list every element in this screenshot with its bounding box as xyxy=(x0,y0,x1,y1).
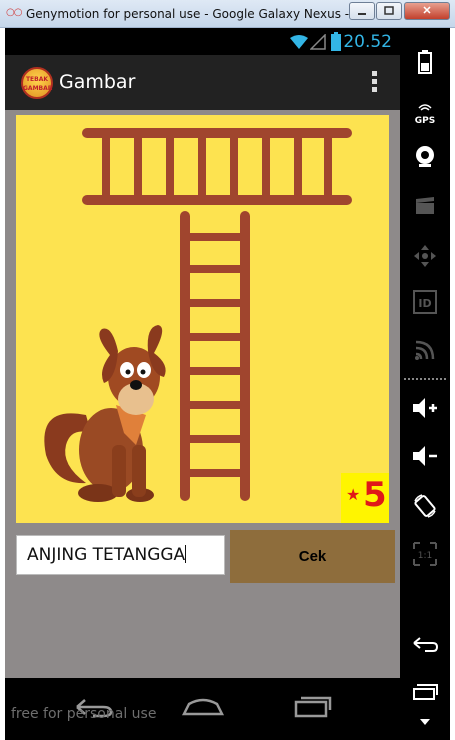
ladder-and-dog-picture xyxy=(44,128,352,502)
answer-input[interactable]: ANJING TETANGGA xyxy=(16,535,225,575)
device-id-label: ID xyxy=(418,297,431,310)
check-button[interactable]: Cek xyxy=(230,530,395,583)
volume-up-icon[interactable] xyxy=(400,390,450,426)
main-content: ★ 5 ANJING TETANGGA Cek xyxy=(5,110,400,710)
close-button[interactable]: ✕ xyxy=(404,2,450,20)
side-back-icon[interactable] xyxy=(400,626,450,662)
logo-text-top: TEBAK xyxy=(25,76,49,83)
camera-icon[interactable] xyxy=(400,138,450,174)
network-icon[interactable] xyxy=(400,332,450,368)
vertical-ladder xyxy=(180,211,250,501)
battery-widget-icon[interactable] xyxy=(400,44,450,80)
puzzle-image: ★ 5 xyxy=(16,115,389,523)
genymotion-side-panel: GPS ID 1:1 xyxy=(400,28,450,740)
rotate-icon[interactable] xyxy=(400,488,450,524)
maximize-icon xyxy=(384,6,394,15)
status-bar: 20.52 xyxy=(5,28,400,55)
star-icon: ★ xyxy=(346,485,361,504)
watermark-text: free for personal use xyxy=(11,706,157,722)
video-capture-icon[interactable] xyxy=(400,188,450,224)
status-time: 20.52 xyxy=(343,32,392,52)
window-titlebar: ○○ Genymotion for personal use - Google … xyxy=(0,0,455,28)
score-value: 5 xyxy=(363,475,387,515)
menu-icon[interactable] xyxy=(400,704,450,740)
scale-label: 1:1 xyxy=(418,551,432,561)
volume-down-icon[interactable] xyxy=(400,438,450,474)
gps-label: GPS xyxy=(415,116,435,125)
minimize-button[interactable] xyxy=(349,2,375,20)
recent-apps-icon[interactable] xyxy=(293,694,333,718)
home-icon[interactable] xyxy=(181,694,225,716)
battery-icon xyxy=(331,32,341,51)
overflow-menu-icon[interactable] xyxy=(370,71,378,95)
action-bar: TEBAK GAMBAR Gambar xyxy=(5,55,400,110)
signal-icon xyxy=(310,34,326,50)
genymotion-logo-icon: ○○ xyxy=(6,7,22,18)
window-title: Genymotion for personal use - Google Gal… xyxy=(26,7,388,21)
app-logo[interactable]: TEBAK GAMBAR xyxy=(21,67,53,99)
logo-text-bottom: GAMBAR xyxy=(23,85,53,92)
maximize-button[interactable] xyxy=(376,2,402,20)
gps-icon[interactable]: GPS xyxy=(400,94,450,130)
close-icon: ✕ xyxy=(422,5,432,17)
answer-text: ANJING TETANGGA xyxy=(27,545,186,565)
page-title: Gambar xyxy=(59,71,136,93)
dog-illustration xyxy=(44,325,166,502)
device-id-icon[interactable]: ID xyxy=(400,284,450,320)
horizontal-ladder xyxy=(82,128,352,205)
panel-divider xyxy=(404,378,446,380)
scale-icon[interactable]: 1:1 xyxy=(400,536,450,572)
navigation-bar: free for personal use xyxy=(5,678,400,740)
text-caret xyxy=(185,545,187,563)
dpad-icon[interactable] xyxy=(400,238,450,274)
minimize-icon xyxy=(358,13,366,15)
score-badge: ★ 5 xyxy=(341,473,389,523)
device-frame: 20.52 TEBAK GAMBAR Gambar ★ 5 ANJING TET… xyxy=(5,28,450,740)
wifi-icon xyxy=(290,35,308,49)
